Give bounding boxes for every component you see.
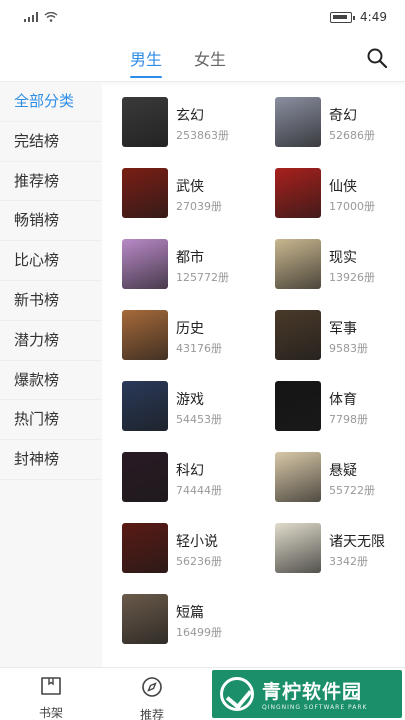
category-name: 武侠 [176, 179, 204, 195]
sidebar: 全部分类 完结榜 推荐榜 畅销榜 比心榜 新书榜 潜力榜 爆款榜 热门榜 封神榜 [0, 82, 102, 667]
category-name: 诸天无限 [329, 534, 385, 550]
category-count: 17000册 [329, 200, 375, 213]
category-item[interactable]: 游戏 54453册 [122, 381, 272, 437]
sidebar-item-legend[interactable]: 封神榜 [0, 440, 102, 480]
sidebar-item-new[interactable]: 新书榜 [0, 281, 102, 321]
nav-recommend[interactable]: 推荐 [127, 676, 177, 720]
compass-icon [142, 677, 162, 697]
status-bar: 4:49 [0, 0, 405, 36]
sidebar-item-recommended[interactable]: 推荐榜 [0, 162, 102, 202]
nav-recommend-label: 推荐 [139, 708, 164, 720]
sidebar-item-heart[interactable]: 比心榜 [0, 241, 102, 281]
book-cover [122, 594, 168, 644]
category-item[interactable]: 武侠 27039册 [122, 168, 272, 224]
sidebar-item-all[interactable]: 全部分类 [0, 82, 102, 122]
wifi-icon [44, 12, 58, 22]
category-count: 3342册 [329, 555, 368, 568]
category-name: 悬疑 [329, 463, 357, 479]
sidebar-item-finished[interactable]: 完结榜 [0, 122, 102, 162]
category-item[interactable]: 军事 9583册 [275, 310, 405, 366]
category-name: 仙侠 [329, 179, 357, 195]
category-count: 7798册 [329, 413, 368, 426]
sidebar-item-bestselling[interactable]: 畅销榜 [0, 201, 102, 242]
category-name: 奇幻 [329, 108, 357, 124]
bookshelf-icon [41, 677, 61, 695]
category-item[interactable]: 体育 7798册 [275, 381, 405, 437]
watermark-text: 青柠软件园 QINGNING SOFTWARE PARK [262, 677, 368, 711]
category-item[interactable]: 仙侠 17000册 [275, 168, 405, 224]
book-cover [122, 523, 168, 573]
nav-bookshelf-label: 书架 [38, 706, 63, 720]
book-cover [122, 310, 168, 360]
category-name: 科幻 [176, 463, 204, 479]
book-cover [122, 381, 168, 431]
category-item[interactable]: 悬疑 55722册 [275, 452, 405, 508]
sidebar-item-hit[interactable]: 爆款榜 [0, 361, 102, 401]
category-count: 13926册 [329, 271, 375, 284]
category-item[interactable]: 玄幻 253863册 [122, 97, 272, 153]
nav-bookshelf[interactable]: 书架 [26, 676, 76, 720]
watermark-logo: 青柠软件园 QINGNING SOFTWARE PARK [212, 670, 402, 718]
search-button[interactable] [365, 46, 389, 70]
category-count: 16499册 [176, 626, 222, 639]
watermark-subtitle: QINGNING SOFTWARE PARK [262, 704, 368, 711]
tab-female[interactable]: 女生 [194, 46, 226, 78]
header: 男生 女生 [0, 36, 405, 82]
category-grid: 玄幻 253863册 奇幻 52686册 武侠 27039册 仙侠 17000册… [102, 82, 405, 667]
book-cover [122, 97, 168, 147]
book-cover [275, 97, 321, 147]
category-count: 43176册 [176, 342, 222, 355]
signal-icon [24, 12, 38, 22]
category-item[interactable]: 短篇 16499册 [122, 594, 272, 650]
book-cover [275, 310, 321, 360]
category-item[interactable]: 诸天无限 3342册 [275, 523, 405, 579]
book-cover [275, 381, 321, 431]
book-cover [275, 452, 321, 502]
book-cover [275, 239, 321, 289]
search-icon [367, 48, 388, 69]
gender-tabs: 男生 女生 [130, 46, 226, 78]
category-name: 玄幻 [176, 108, 204, 124]
tab-male[interactable]: 男生 [130, 46, 163, 78]
book-cover [122, 239, 168, 289]
book-cover [122, 168, 168, 218]
status-time: 4:49 [360, 10, 387, 24]
category-name: 游戏 [176, 392, 204, 408]
battery-icon [330, 11, 356, 23]
category-count: 74444册 [176, 484, 222, 497]
category-name: 体育 [329, 392, 357, 408]
category-item[interactable]: 科幻 74444册 [122, 452, 272, 508]
leaf-logo-icon [220, 677, 254, 711]
book-cover [122, 452, 168, 502]
category-item[interactable]: 奇幻 52686册 [275, 97, 405, 153]
sidebar-item-potential[interactable]: 潜力榜 [0, 321, 102, 361]
category-count: 54453册 [176, 413, 222, 426]
category-item[interactable]: 现实 13926册 [275, 239, 405, 295]
status-icons [24, 12, 58, 22]
category-count: 52686册 [329, 129, 375, 142]
category-count: 125772册 [176, 271, 229, 284]
category-count: 9583册 [329, 342, 368, 355]
category-count: 55722册 [329, 484, 375, 497]
category-name: 军事 [329, 321, 357, 337]
category-name: 历史 [176, 321, 204, 337]
book-cover [275, 168, 321, 218]
category-count: 27039册 [176, 200, 222, 213]
category-count: 253863册 [176, 129, 229, 142]
category-name: 短篇 [176, 605, 204, 621]
sidebar-item-hot[interactable]: 热门榜 [0, 400, 102, 441]
category-count: 56236册 [176, 555, 222, 568]
category-item[interactable]: 轻小说 56236册 [122, 523, 272, 579]
watermark-title: 青柠软件园 [262, 681, 363, 703]
category-item[interactable]: 都市 125772册 [122, 239, 272, 295]
status-right: 4:49 [330, 10, 387, 24]
category-name: 都市 [176, 250, 204, 266]
category-name: 现实 [329, 250, 357, 266]
book-cover [275, 523, 321, 573]
category-name: 轻小说 [176, 534, 218, 550]
category-item[interactable]: 历史 43176册 [122, 310, 272, 366]
